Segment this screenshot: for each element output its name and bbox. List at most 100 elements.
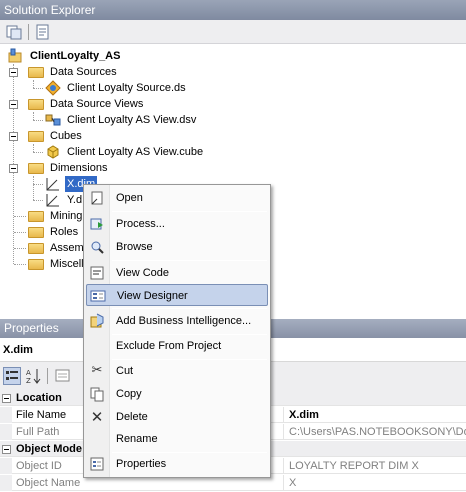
folder-label: Dimensions [50, 162, 108, 174]
category-label: Object Mode [16, 443, 83, 455]
property-name: Object Name [16, 477, 81, 489]
menu-item-label: Add Business Intelligence... [116, 315, 252, 327]
tree-guide-line [14, 232, 26, 233]
property-name: Object ID [16, 460, 62, 472]
collapse-toggle[interactable] [9, 100, 18, 109]
item-label: Client Loyalty AS View.dsv [67, 114, 197, 126]
solution-explorer-title: Solution Explorer [0, 0, 466, 20]
data-source-icon [45, 80, 61, 96]
project-label: ClientLoyalty_AS [30, 50, 121, 62]
property-pages-icon[interactable] [54, 367, 72, 385]
delete-x-icon: ✕ [90, 408, 104, 426]
menu-item-exclude-from-project[interactable]: Exclude From Project [86, 335, 268, 357]
svg-text:A: A [26, 369, 31, 377]
menu-item-view-designer[interactable]: View Designer [86, 284, 268, 306]
menu-item-delete[interactable]: ✕ Delete [86, 406, 268, 428]
folder-icon [28, 211, 44, 222]
property-value: C:\Users\PAS.NOTEBOOKSONY\Docu [289, 426, 466, 438]
process-icon [89, 216, 105, 232]
toolbar-separator [47, 368, 48, 384]
folder-icon [28, 163, 44, 174]
menu-item-label: Open [116, 192, 143, 204]
menu-item-label: Process... [116, 218, 165, 230]
data-source-view-icon [45, 112, 61, 128]
menu-item-rename[interactable]: Rename [86, 428, 268, 450]
solution-explorer-toolbar [0, 20, 466, 44]
browse-icon [89, 239, 105, 255]
properties-page-icon[interactable] [34, 23, 52, 41]
menu-item-properties[interactable]: Properties [86, 453, 268, 475]
project-icon [8, 48, 24, 64]
cube-icon [45, 144, 61, 160]
properties-icon [89, 456, 105, 472]
tree-guide-line [33, 80, 34, 88]
column-splitter [283, 407, 284, 423]
property-value: LOYALTY REPORT DIM X [289, 460, 419, 472]
folder-icon [28, 131, 44, 142]
tree-guide-line [14, 264, 26, 265]
column-splitter [283, 458, 284, 474]
tree-guide-line [33, 184, 43, 185]
tree-guide-line [33, 88, 43, 89]
property-name: Full Path [16, 426, 60, 438]
menu-item-open[interactable]: Open [86, 187, 268, 209]
menu-item-label: View Code [116, 267, 169, 279]
tree-guide-line [33, 144, 34, 152]
category-collapse-icon[interactable] [2, 445, 11, 454]
folder-icon [28, 227, 44, 238]
item-label: Y.d [67, 194, 83, 206]
category-collapse-icon[interactable] [2, 394, 11, 403]
item-label: Client Loyalty AS View.cube [67, 146, 204, 158]
dimension-icon [45, 192, 61, 208]
tree-guide-line [33, 152, 43, 153]
view-code-icon [89, 265, 105, 281]
folder-label: Data Sources [50, 66, 117, 78]
tree-guide-line [33, 200, 43, 201]
view-designer-icon [90, 288, 106, 304]
menu-item-label: Delete [116, 411, 148, 423]
folder-icon [28, 259, 44, 270]
svg-text:Z: Z [26, 377, 31, 385]
collapse-toggle[interactable] [9, 164, 18, 173]
folder-label: Cubes [50, 130, 82, 142]
column-splitter [283, 424, 284, 440]
menu-item-browse[interactable]: Browse [86, 236, 268, 258]
show-all-files-icon[interactable] [5, 23, 23, 41]
open-icon [89, 190, 105, 206]
menu-separator [112, 260, 267, 261]
menu-item-label: Properties [116, 458, 167, 470]
property-value: X.dim [289, 409, 319, 421]
menu-separator [112, 211, 267, 212]
menu-item-label: Copy [116, 388, 142, 400]
tree-guide-line [14, 216, 26, 217]
menu-separator [112, 308, 267, 309]
menu-item-add-business-intelligence[interactable]: Add Business Intelligence... [86, 310, 268, 332]
menu-item-label: View Designer [117, 290, 188, 302]
menu-item-copy[interactable]: Copy [86, 383, 268, 405]
category-label: Location [16, 392, 62, 404]
scissors-icon: ✂ [91, 363, 103, 378]
row-gutter [0, 407, 12, 423]
collapse-toggle[interactable] [9, 68, 18, 77]
column-splitter [283, 475, 284, 491]
business-intelligence-icon [89, 313, 105, 329]
copy-icon [89, 386, 105, 402]
tree-guide-line [33, 176, 34, 200]
dimension-icon [45, 176, 61, 192]
property-value: X [289, 477, 297, 489]
context-menu: Open Process... Browse View Code View De… [83, 184, 271, 478]
folder-icon [28, 67, 44, 78]
toolbar-separator [28, 24, 29, 40]
menu-item-label: Browse [116, 241, 153, 253]
menu-item-process[interactable]: Process... [86, 213, 268, 235]
property-name: File Name [16, 409, 67, 421]
alphabetical-icon[interactable]: AZ [25, 367, 43, 385]
tree-guide-line [33, 120, 43, 121]
menu-item-cut[interactable]: ✂ Cut [86, 360, 268, 382]
menu-item-view-code[interactable]: View Code [86, 262, 268, 284]
categorized-icon[interactable] [3, 367, 21, 385]
row-gutter [0, 458, 12, 474]
tree-guide-line [33, 112, 34, 120]
item-label: Client Loyalty Source.ds [67, 82, 186, 94]
collapse-toggle[interactable] [9, 132, 18, 141]
